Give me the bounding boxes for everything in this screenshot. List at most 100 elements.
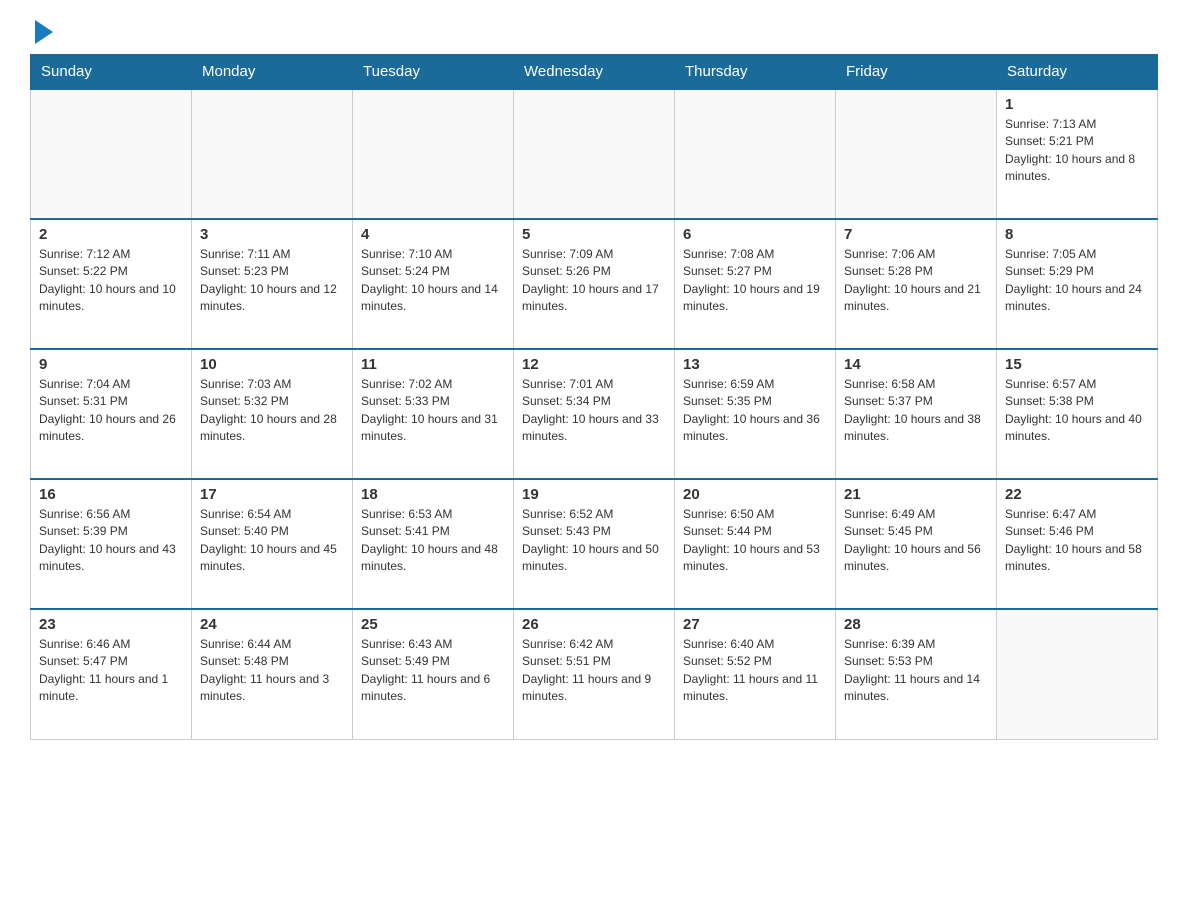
calendar-cell: 10 Sunrise: 7:03 AM Sunset: 5:32 PM Dayli… bbox=[192, 349, 353, 479]
calendar-cell: 25 Sunrise: 6:43 AM Sunset: 5:49 PM Dayli… bbox=[353, 609, 514, 739]
day-info: Sunrise: 6:50 AM Sunset: 5:44 PM Dayligh… bbox=[683, 506, 827, 576]
day-number: 4 bbox=[361, 226, 505, 243]
calendar-week-row: 16 Sunrise: 6:56 AM Sunset: 5:39 PM Dayli… bbox=[31, 479, 1158, 609]
day-info: Sunrise: 6:46 AM Sunset: 5:47 PM Dayligh… bbox=[39, 636, 183, 706]
day-number: 15 bbox=[1005, 356, 1149, 373]
calendar-cell: 28 Sunrise: 6:39 AM Sunset: 5:53 PM Dayli… bbox=[836, 609, 997, 739]
calendar-week-row: 9 Sunrise: 7:04 AM Sunset: 5:31 PM Daylig… bbox=[31, 349, 1158, 479]
day-number: 12 bbox=[522, 356, 666, 373]
day-number: 8 bbox=[1005, 226, 1149, 243]
day-info: Sunrise: 6:40 AM Sunset: 5:52 PM Dayligh… bbox=[683, 636, 827, 706]
day-info: Sunrise: 7:12 AM Sunset: 5:22 PM Dayligh… bbox=[39, 246, 183, 316]
calendar-cell: 3 Sunrise: 7:11 AM Sunset: 5:23 PM Daylig… bbox=[192, 219, 353, 349]
calendar-cell: 15 Sunrise: 6:57 AM Sunset: 5:38 PM Dayli… bbox=[997, 349, 1158, 479]
weekday-header: Sunday bbox=[31, 55, 192, 90]
day-number: 2 bbox=[39, 226, 183, 243]
calendar-cell bbox=[514, 89, 675, 219]
day-info: Sunrise: 6:49 AM Sunset: 5:45 PM Dayligh… bbox=[844, 506, 988, 576]
calendar-week-row: 23 Sunrise: 6:46 AM Sunset: 5:47 PM Dayli… bbox=[31, 609, 1158, 739]
day-number: 10 bbox=[200, 356, 344, 373]
page-header bbox=[30, 20, 1158, 44]
weekday-header: Tuesday bbox=[353, 55, 514, 90]
calendar-cell: 2 Sunrise: 7:12 AM Sunset: 5:22 PM Daylig… bbox=[31, 219, 192, 349]
logo-triangle-icon bbox=[35, 20, 53, 44]
day-number: 6 bbox=[683, 226, 827, 243]
day-number: 13 bbox=[683, 356, 827, 373]
calendar-cell: 5 Sunrise: 7:09 AM Sunset: 5:26 PM Daylig… bbox=[514, 219, 675, 349]
calendar-cell: 7 Sunrise: 7:06 AM Sunset: 5:28 PM Daylig… bbox=[836, 219, 997, 349]
day-number: 17 bbox=[200, 486, 344, 503]
day-number: 3 bbox=[200, 226, 344, 243]
calendar-cell bbox=[353, 89, 514, 219]
day-number: 7 bbox=[844, 226, 988, 243]
calendar-cell: 12 Sunrise: 7:01 AM Sunset: 5:34 PM Dayli… bbox=[514, 349, 675, 479]
weekday-header: Monday bbox=[192, 55, 353, 90]
day-info: Sunrise: 7:10 AM Sunset: 5:24 PM Dayligh… bbox=[361, 246, 505, 316]
weekday-header: Wednesday bbox=[514, 55, 675, 90]
day-info: Sunrise: 7:02 AM Sunset: 5:33 PM Dayligh… bbox=[361, 376, 505, 446]
calendar-cell: 17 Sunrise: 6:54 AM Sunset: 5:40 PM Dayli… bbox=[192, 479, 353, 609]
calendar-table: SundayMondayTuesdayWednesdayThursdayFrid… bbox=[30, 54, 1158, 740]
day-info: Sunrise: 6:58 AM Sunset: 5:37 PM Dayligh… bbox=[844, 376, 988, 446]
day-info: Sunrise: 7:04 AM Sunset: 5:31 PM Dayligh… bbox=[39, 376, 183, 446]
day-number: 24 bbox=[200, 616, 344, 633]
calendar-cell bbox=[675, 89, 836, 219]
calendar-week-row: 1 Sunrise: 7:13 AM Sunset: 5:21 PM Daylig… bbox=[31, 89, 1158, 219]
day-info: Sunrise: 7:05 AM Sunset: 5:29 PM Dayligh… bbox=[1005, 246, 1149, 316]
calendar-cell: 6 Sunrise: 7:08 AM Sunset: 5:27 PM Daylig… bbox=[675, 219, 836, 349]
day-info: Sunrise: 6:43 AM Sunset: 5:49 PM Dayligh… bbox=[361, 636, 505, 706]
day-info: Sunrise: 7:03 AM Sunset: 5:32 PM Dayligh… bbox=[200, 376, 344, 446]
day-info: Sunrise: 7:09 AM Sunset: 5:26 PM Dayligh… bbox=[522, 246, 666, 316]
calendar-cell: 8 Sunrise: 7:05 AM Sunset: 5:29 PM Daylig… bbox=[997, 219, 1158, 349]
day-info: Sunrise: 6:57 AM Sunset: 5:38 PM Dayligh… bbox=[1005, 376, 1149, 446]
day-info: Sunrise: 6:47 AM Sunset: 5:46 PM Dayligh… bbox=[1005, 506, 1149, 576]
weekday-header: Thursday bbox=[675, 55, 836, 90]
day-info: Sunrise: 6:44 AM Sunset: 5:48 PM Dayligh… bbox=[200, 636, 344, 706]
day-number: 5 bbox=[522, 226, 666, 243]
calendar-cell: 19 Sunrise: 6:52 AM Sunset: 5:43 PM Dayli… bbox=[514, 479, 675, 609]
calendar-cell: 13 Sunrise: 6:59 AM Sunset: 5:35 PM Dayli… bbox=[675, 349, 836, 479]
calendar-cell bbox=[192, 89, 353, 219]
day-number: 1 bbox=[1005, 96, 1149, 113]
day-number: 18 bbox=[361, 486, 505, 503]
calendar-cell: 26Sunrise: 6:42 AM Sunset: 5:51 PM Dayli… bbox=[514, 609, 675, 739]
calendar-cell: 23 Sunrise: 6:46 AM Sunset: 5:47 PM Dayli… bbox=[31, 609, 192, 739]
day-number: 16 bbox=[39, 486, 183, 503]
calendar-cell: 11 Sunrise: 7:02 AM Sunset: 5:33 PM Dayli… bbox=[353, 349, 514, 479]
day-info: Sunrise: 6:52 AM Sunset: 5:43 PM Dayligh… bbox=[522, 506, 666, 576]
calendar-cell: 20 Sunrise: 6:50 AM Sunset: 5:44 PM Dayli… bbox=[675, 479, 836, 609]
day-number: 25 bbox=[361, 616, 505, 633]
calendar-cell: 16 Sunrise: 6:56 AM Sunset: 5:39 PM Dayli… bbox=[31, 479, 192, 609]
day-number: 14 bbox=[844, 356, 988, 373]
calendar-cell: 21 Sunrise: 6:49 AM Sunset: 5:45 PM Dayli… bbox=[836, 479, 997, 609]
day-number: 11 bbox=[361, 356, 505, 373]
day-info: Sunrise: 7:11 AM Sunset: 5:23 PM Dayligh… bbox=[200, 246, 344, 316]
day-info: Sunrise: 7:01 AM Sunset: 5:34 PM Dayligh… bbox=[522, 376, 666, 446]
day-number: 20 bbox=[683, 486, 827, 503]
calendar-cell: 24 Sunrise: 6:44 AM Sunset: 5:48 PM Dayli… bbox=[192, 609, 353, 739]
calendar-cell bbox=[997, 609, 1158, 739]
calendar-cell: 4 Sunrise: 7:10 AM Sunset: 5:24 PM Daylig… bbox=[353, 219, 514, 349]
day-info: Sunrise: 6:54 AM Sunset: 5:40 PM Dayligh… bbox=[200, 506, 344, 576]
calendar-cell: 14 Sunrise: 6:58 AM Sunset: 5:37 PM Dayli… bbox=[836, 349, 997, 479]
day-number: 21 bbox=[844, 486, 988, 503]
day-info: Sunrise: 6:59 AM Sunset: 5:35 PM Dayligh… bbox=[683, 376, 827, 446]
calendar-cell: 27 Sunrise: 6:40 AM Sunset: 5:52 PM Dayli… bbox=[675, 609, 836, 739]
weekday-header: Friday bbox=[836, 55, 997, 90]
day-number: 19 bbox=[522, 486, 666, 503]
day-info: Sunrise: 7:08 AM Sunset: 5:27 PM Dayligh… bbox=[683, 246, 827, 316]
day-info: Sunrise: 7:06 AM Sunset: 5:28 PM Dayligh… bbox=[844, 246, 988, 316]
day-info: Sunrise: 7:13 AM Sunset: 5:21 PM Dayligh… bbox=[1005, 116, 1149, 186]
day-number: 9 bbox=[39, 356, 183, 373]
calendar-cell bbox=[31, 89, 192, 219]
day-info: Sunrise: 6:56 AM Sunset: 5:39 PM Dayligh… bbox=[39, 506, 183, 576]
day-number: 27 bbox=[683, 616, 827, 633]
logo bbox=[30, 20, 53, 44]
day-info: Sunrise: 6:39 AM Sunset: 5:53 PM Dayligh… bbox=[844, 636, 988, 706]
day-number: 26 bbox=[522, 616, 666, 633]
calendar-cell: 9 Sunrise: 7:04 AM Sunset: 5:31 PM Daylig… bbox=[31, 349, 192, 479]
calendar-cell: 18Sunrise: 6:53 AM Sunset: 5:41 PM Dayli… bbox=[353, 479, 514, 609]
weekday-header: Saturday bbox=[997, 55, 1158, 90]
day-number: 28 bbox=[844, 616, 988, 633]
day-number: 23 bbox=[39, 616, 183, 633]
